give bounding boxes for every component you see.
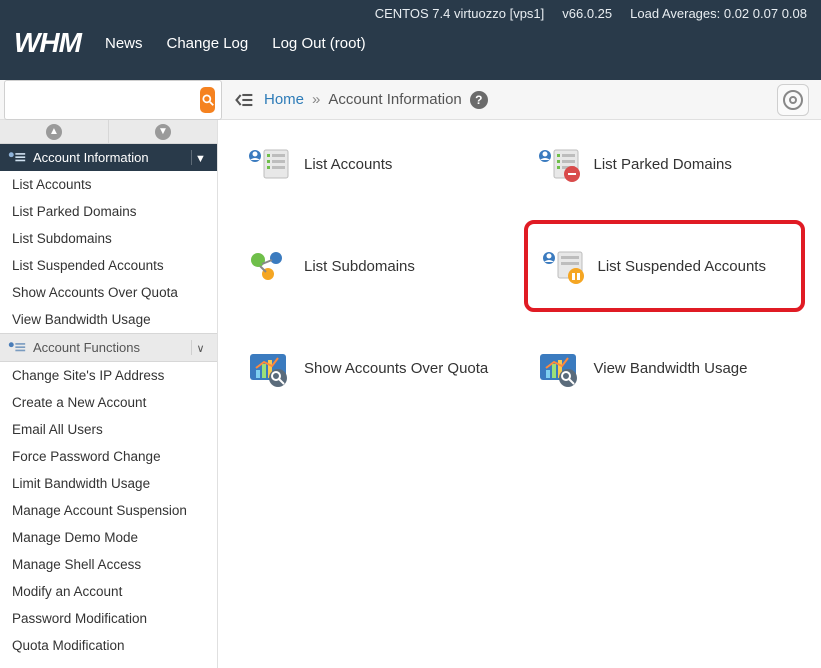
view-bandwidth-usage-icon [536,348,580,388]
show-accounts-over-quota-icon [246,348,290,388]
nav-row: WHM News Change Log Log Out (root) [0,21,821,69]
tile-label: List Accounts [304,156,392,173]
content-area: List Accounts List Parked Domains List S… [218,120,821,668]
section-header-account-information[interactable]: Account Information ▼ [0,144,217,171]
status-version: v66.0.25 [562,6,612,21]
tile-grid: List Accounts List Parked Domains List S… [240,138,799,394]
section-icon [8,341,26,355]
sidebar-item-account-functions-7[interactable]: Manage Shell Access [0,551,217,578]
collapse-row: ▲ ▼ [0,120,217,144]
tile-list-suspended-accounts[interactable]: List Suspended Accounts [530,226,800,306]
section-label: Account Functions [33,340,140,355]
arrow-up-icon: ▲ [46,124,62,140]
tile-list-subdomains[interactable]: List Subdomains [240,226,510,306]
search-input[interactable] [11,88,200,112]
status-load: Load Averages: 0.02 0.07 0.08 [630,6,807,21]
sidebar-item-account-functions-1[interactable]: Create a New Account [0,389,217,416]
list-parked-domains-icon [536,144,580,184]
sidebar-item-account-information-5[interactable]: View Bandwidth Usage [0,306,217,333]
search-icon [201,93,215,107]
section-caret: ▼ [191,150,209,165]
section-header-account-functions[interactable]: Account Functions ∨ [0,333,217,362]
tile-show-accounts-over-quota[interactable]: Show Accounts Over Quota [240,342,510,394]
list-suspended-accounts-icon [540,246,584,286]
nav-changelog[interactable]: Change Log [167,35,249,52]
lifebuoy-icon [783,90,803,110]
sidebar-item-account-functions-9[interactable]: Password Modification [0,605,217,632]
sidebar-item-account-information-0[interactable]: List Accounts [0,171,217,198]
sidebar-item-account-functions-3[interactable]: Force Password Change [0,443,217,470]
tile-label: List Suspended Accounts [598,258,766,275]
sidebar[interactable]: ▲ ▼ Account Information ▼List AccountsLi… [0,120,218,668]
support-button[interactable] [777,84,809,116]
section-icon [8,151,26,165]
tile-label: List Parked Domains [594,156,732,173]
sidebar-item-account-functions-2[interactable]: Email All Users [0,416,217,443]
sidebar-item-account-functions-5[interactable]: Manage Account Suspension [0,497,217,524]
sidebar-item-account-information-2[interactable]: List Subdomains [0,225,217,252]
top-bar: CENTOS 7.4 virtuozzo [vps1] v66.0.25 Loa… [0,0,821,80]
breadcrumb-current: Account Information [328,91,461,108]
tile-view-bandwidth-usage[interactable]: View Bandwidth Usage [530,342,800,394]
search-wrap [4,80,222,120]
section-label: Account Information [33,150,149,165]
status-row: CENTOS 7.4 virtuozzo [vps1] v66.0.25 Loa… [0,0,821,21]
sidebar-item-account-information-4[interactable]: Show Accounts Over Quota [0,279,217,306]
sidebar-item-account-functions-0[interactable]: Change Site's IP Address [0,362,217,389]
sidebar-item-account-functions-10[interactable]: Quota Modification [0,632,217,659]
breadcrumb-home[interactable]: Home [264,91,304,108]
main-columns: ▲ ▼ Account Information ▼List AccountsLi… [0,120,821,668]
brand-logo: WHM [14,27,81,59]
status-os: CENTOS 7.4 virtuozzo [vps1] [375,6,545,21]
nav-news[interactable]: News [105,35,143,52]
expand-all-button[interactable]: ▼ [108,120,217,143]
menu-back-icon [234,92,254,108]
arrow-down-icon: ▼ [155,124,171,140]
breadcrumb: Home » Account Information ? [222,88,777,112]
tile-list-parked-domains[interactable]: List Parked Domains [530,138,800,190]
tile-label: List Subdomains [304,258,415,275]
list-accounts-icon [246,144,290,184]
tile-label: View Bandwidth Usage [594,360,748,377]
sub-bar: Home » Account Information ? [0,80,821,120]
collapse-all-button[interactable]: ▲ [0,120,108,143]
search-button[interactable] [200,87,215,113]
breadcrumb-sep: » [312,91,320,108]
sidebar-item-account-functions-4[interactable]: Limit Bandwidth Usage [0,470,217,497]
sidebar-item-account-functions-6[interactable]: Manage Demo Mode [0,524,217,551]
section-caret: ∨ [191,340,209,355]
breadcrumb-back-button[interactable] [232,88,256,112]
sidebar-item-account-information-1[interactable]: List Parked Domains [0,198,217,225]
list-subdomains-icon [246,246,290,286]
sidebar-item-account-information-3[interactable]: List Suspended Accounts [0,252,217,279]
tile-label: Show Accounts Over Quota [304,360,488,377]
tile-list-accounts[interactable]: List Accounts [240,138,510,190]
help-icon[interactable]: ? [470,91,488,109]
sidebar-item-account-functions-8[interactable]: Modify an Account [0,578,217,605]
nav-logout[interactable]: Log Out (root) [272,35,365,52]
